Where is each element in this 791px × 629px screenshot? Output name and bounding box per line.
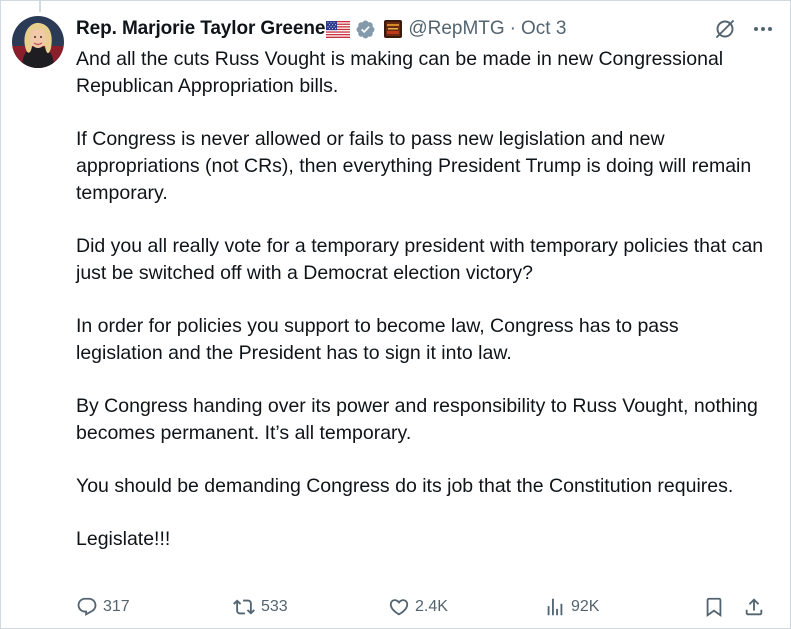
repost-button[interactable]: 533 [232,596,288,618]
tweet-paragraph: You should be demanding Congress do its … [76,475,734,497]
tweet-paragraph: If Congress is never allowed or fails to… [76,128,752,204]
bookmark-icon [703,596,725,618]
tweet-header: Rep. Marjorie Taylor Greene @RepMTG · Oc… [76,16,775,42]
bookmark-button[interactable] [703,596,725,618]
reply-button[interactable]: 317 [76,596,130,618]
handle[interactable]: @RepMTG [408,18,504,40]
more-options-icon[interactable] [751,17,775,41]
tweet-paragraph: In order for policies you support to bec… [76,315,679,364]
grok-icon[interactable] [713,17,737,41]
views-count: 92K [571,598,600,615]
avatar-image [12,16,64,68]
us-flag-icon [326,20,351,38]
display-name[interactable]: Rep. Marjorie Taylor Greene [76,18,325,40]
verified-badge-icon[interactable] [355,19,376,40]
separator-dot: · [509,18,516,39]
like-button[interactable]: 2.4K [388,596,448,618]
action-bar: 317 533 2.4K 92K [76,596,776,622]
heart-icon [388,596,410,618]
reply-icon [76,596,98,618]
tweet-paragraph: And all the cuts Russ Vought is making c… [76,48,724,97]
thread-connector-line [39,0,41,12]
header-controls [713,16,775,42]
tweet-paragraph: Did you all really vote for a temporary … [76,235,764,284]
tweet-paragraph: By Congress handing over its power and r… [76,395,758,444]
tweet-text: And all the cuts Russ Vought is making c… [76,46,766,579]
views-button[interactable]: 92K [544,596,599,618]
share-icon [743,596,765,618]
like-count: 2.4K [415,598,448,615]
repost-icon [232,596,256,618]
avatar[interactable] [12,16,64,68]
timestamp[interactable]: Oct 3 [521,18,566,40]
repost-count: 533 [261,598,288,615]
tweet-paragraph: Legislate!!! [76,528,171,550]
reply-count: 317 [103,598,130,615]
views-chart-icon [544,596,566,618]
share-button[interactable] [743,596,765,618]
affiliation-badge-icon[interactable] [384,20,403,38]
